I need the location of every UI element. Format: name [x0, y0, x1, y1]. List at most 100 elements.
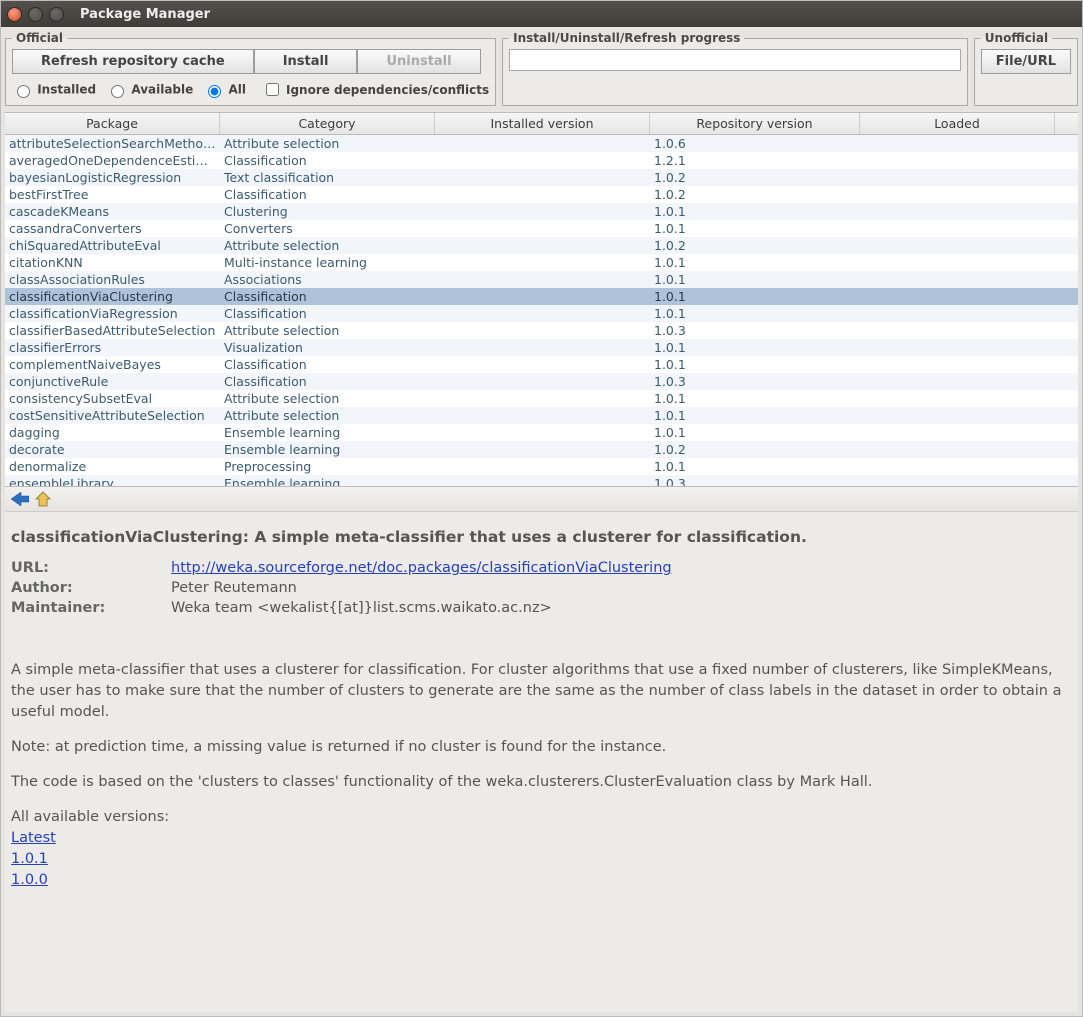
cell-category: Ensemble learning [220, 424, 435, 441]
cell-name: classAssociationRules [5, 271, 220, 288]
cell-loaded [860, 475, 1055, 487]
cell-installed [435, 339, 650, 356]
refresh-repo-button[interactable]: Refresh repository cache [12, 49, 254, 74]
maintainer-value: Weka team <wekalist{[at]}list.scms.waika… [171, 600, 552, 616]
table-row[interactable]: citationKNNMulti-instance learning 1.0.1 [5, 254, 1078, 271]
home-icon[interactable] [35, 491, 51, 507]
window-close-button[interactable] [7, 7, 22, 22]
table-row[interactable]: bayesianLogisticRegressionText classific… [5, 169, 1078, 186]
cell-name: cassandraConverters [5, 220, 220, 237]
cell-repo: 1.0.1 [650, 254, 860, 271]
versions-heading: All available versions: [11, 809, 169, 825]
table-row[interactable]: costSensitiveAttributeSelectionAttribute… [5, 407, 1078, 424]
file-url-button[interactable]: File/URL [981, 49, 1071, 74]
cell-category: Attribute selection [220, 135, 435, 152]
version-link[interactable]: 1.0.1 [11, 851, 48, 867]
table-row[interactable]: classAssociationRulesAssociations1.0.1 [5, 271, 1078, 288]
cell-installed [435, 186, 650, 203]
uninstall-button[interactable]: Uninstall [357, 49, 480, 74]
table-row[interactable]: ensembleLibraryEnsemble learning1.0.3 [5, 475, 1078, 487]
cell-category: Multi-instance learning [220, 254, 435, 271]
cell-loaded [860, 254, 1055, 271]
cell-category: Attribute selection [220, 237, 435, 254]
table-row[interactable]: classifierBasedAttributeSelectionAttribu… [5, 322, 1078, 339]
package-table[interactable]: attributeSelectionSearchMethodsAttribute… [5, 135, 1078, 487]
table-row[interactable]: daggingEnsemble learning1.0.1 [5, 424, 1078, 441]
cell-installed [435, 288, 650, 305]
cell-installed [435, 458, 650, 475]
cell-installed [435, 424, 650, 441]
cell-installed [435, 305, 650, 322]
cell-repo: 1.0.1 [650, 424, 860, 441]
description-p3: The code is based on the 'clusters to cl… [11, 772, 1072, 793]
cell-name: attributeSelectionSearchMethods [5, 135, 220, 152]
cell-name: classificationViaRegression [5, 305, 220, 322]
cell-category: Classification [220, 186, 435, 203]
filter-all[interactable]: All [203, 82, 246, 98]
cell-name: costSensitiveAttributeSelection [5, 407, 220, 424]
cell-category: Classification [220, 356, 435, 373]
table-row[interactable]: denormalizePreprocessing1.0.1 [5, 458, 1078, 475]
author-label: Author: [11, 580, 171, 596]
cell-name: citationKNN [5, 254, 220, 271]
cell-loaded [860, 424, 1055, 441]
table-row[interactable]: classificationViaClusteringClassificatio… [5, 288, 1078, 305]
cell-installed [435, 441, 650, 458]
cell-repo: 1.0.1 [650, 390, 860, 407]
col-repo[interactable]: Repository version [650, 113, 860, 134]
col-installed[interactable]: Installed version [435, 113, 650, 134]
cell-name: averagedOneDependenceEstim... [5, 152, 220, 169]
col-category[interactable]: Category [220, 113, 435, 134]
cell-name: cascadeKMeans [5, 203, 220, 220]
cell-repo: 1.0.1 [650, 220, 860, 237]
table-row[interactable]: averagedOneDependenceEstim...Classificat… [5, 152, 1078, 169]
cell-installed [435, 152, 650, 169]
window-maximize-button[interactable] [49, 7, 64, 22]
package-url-link[interactable]: http://weka.sourceforge.net/doc.packages… [171, 560, 672, 576]
table-row[interactable]: classifierErrorsVisualization1.0.1 [5, 339, 1078, 356]
cell-repo: 1.0.1 [650, 458, 860, 475]
cell-category: Associations [220, 271, 435, 288]
cell-loaded [860, 288, 1055, 305]
cell-category: Attribute selection [220, 322, 435, 339]
table-row[interactable]: attributeSelectionSearchMethodsAttribute… [5, 135, 1078, 152]
version-link[interactable]: 1.0.0 [11, 872, 48, 888]
progress-legend: Install/Uninstall/Refresh progress [509, 31, 744, 45]
cell-repo: 1.0.3 [650, 373, 860, 390]
install-button[interactable]: Install [254, 49, 358, 74]
window-minimize-button[interactable] [28, 7, 43, 22]
description-p1: A simple meta-classifier that uses a clu… [11, 660, 1072, 723]
col-loaded[interactable]: Loaded [860, 113, 1055, 134]
official-legend: Official [12, 31, 67, 45]
details-panel: classificationViaClustering: A simple me… [5, 512, 1078, 1012]
cell-loaded [860, 135, 1055, 152]
table-row[interactable]: complementNaiveBayesClassification1.0.1 [5, 356, 1078, 373]
ignore-deps-checkbox[interactable] [266, 83, 279, 96]
cell-loaded [860, 322, 1055, 339]
cell-loaded [860, 152, 1055, 169]
ignore-deps-label: Ignore dependencies/conflicts [286, 83, 489, 97]
cell-loaded [860, 169, 1055, 186]
col-package[interactable]: Package [5, 113, 220, 134]
table-row[interactable]: conjunctiveRuleClassification1.0.3 [5, 373, 1078, 390]
cell-category: Text classification [220, 169, 435, 186]
cell-installed [435, 407, 650, 424]
cell-installed [435, 475, 650, 487]
version-link[interactable]: Latest [11, 830, 56, 846]
cell-repo: 1.0.2 [650, 169, 860, 186]
cell-repo: 1.0.6 [650, 135, 860, 152]
table-row[interactable]: chiSquaredAttributeEvalAttribute selecti… [5, 237, 1078, 254]
cell-loaded [860, 271, 1055, 288]
filter-installed[interactable]: Installed [12, 82, 96, 98]
table-row[interactable]: decorateEnsemble learning1.0.2 [5, 441, 1078, 458]
table-row[interactable]: bestFirstTreeClassification1.0.2 [5, 186, 1078, 203]
filter-available[interactable]: Available [106, 82, 193, 98]
cell-installed [435, 271, 650, 288]
table-row[interactable]: consistencySubsetEvalAttribute selection… [5, 390, 1078, 407]
table-row[interactable]: classificationViaRegressionClassificatio… [5, 305, 1078, 322]
table-row[interactable]: cassandraConvertersConverters1.0.1 [5, 220, 1078, 237]
cell-repo: 1.0.3 [650, 475, 860, 487]
back-icon[interactable] [11, 492, 29, 506]
cell-loaded [860, 356, 1055, 373]
table-row[interactable]: cascadeKMeansClustering1.0.1 [5, 203, 1078, 220]
